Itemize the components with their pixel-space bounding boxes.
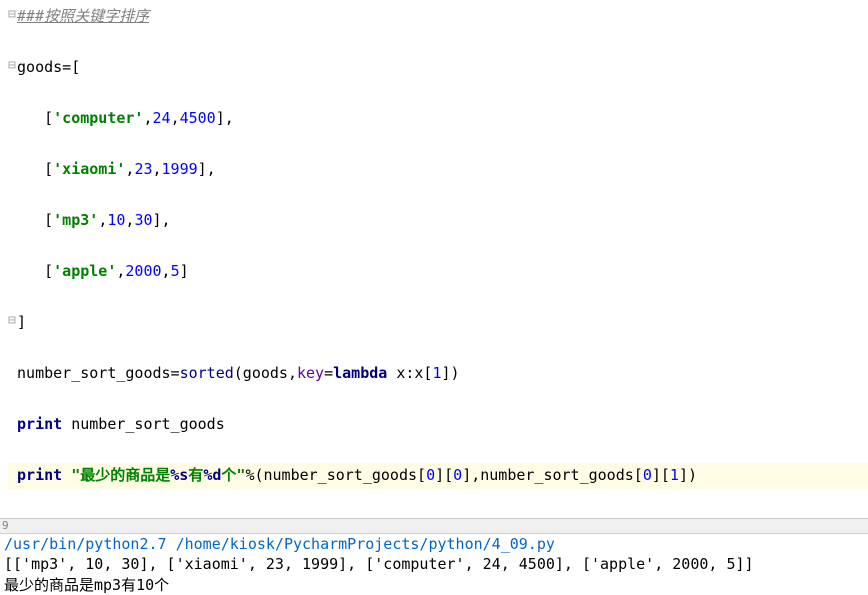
code-text: ]: [17, 313, 26, 331]
status-bar: 9: [0, 518, 868, 534]
run-console[interactable]: /usr/bin/python2.7 /home/kiosk/PycharmPr…: [0, 534, 868, 595]
code-line[interactable]: ['xiaomi',23,1999],: [8, 157, 868, 183]
comment: ###按照关键字排序: [17, 7, 149, 25]
code-line-blank[interactable]: [8, 30, 868, 56]
console-output-line: [['mp3', 10, 30], ['xiaomi', 23, 1999], …: [4, 554, 864, 574]
code-line-blank[interactable]: [8, 81, 868, 107]
code-line[interactable]: print number_sort_goods: [8, 412, 868, 438]
code-line[interactable]: ['computer',24,4500],: [8, 106, 868, 132]
code-line[interactable]: number_sort_goods=sorted(goods,key=lambd…: [8, 361, 868, 387]
code-line[interactable]: ⊟ ]: [8, 310, 868, 336]
code-line[interactable]: ['mp3',10,30],: [8, 208, 868, 234]
code-editor[interactable]: ⊟ ###按照关键字排序 ⊟ goods=[ ['computer',24,45…: [0, 0, 868, 518]
code-line-blank[interactable]: [8, 132, 868, 158]
code-text: goods=[: [17, 58, 80, 76]
console-command: /usr/bin/python2.7 /home/kiosk/PycharmPr…: [4, 534, 864, 554]
code-line-blank[interactable]: [8, 387, 868, 413]
code-line-blank[interactable]: [8, 336, 868, 362]
console-output-line: 最少的商品是mp3有10个: [4, 575, 864, 595]
code-line[interactable]: ['apple',2000,5]: [8, 259, 868, 285]
fold-icon: ⊟: [8, 310, 16, 332]
fold-icon: ⊟: [8, 55, 16, 77]
code-line[interactable]: ⊟ ###按照关键字排序: [8, 4, 868, 30]
code-line-blank[interactable]: [8, 489, 868, 515]
code-line-blank[interactable]: [8, 234, 868, 260]
code-line[interactable]: ⊟ goods=[: [8, 55, 868, 81]
code-line-current[interactable]: print "最少的商品是%s有%d个"%(number_sort_goods[…: [8, 463, 868, 489]
fold-icon: ⊟: [8, 4, 16, 26]
code-line-blank[interactable]: [8, 438, 868, 464]
line-number: 9: [2, 519, 9, 532]
code-line-blank[interactable]: [8, 285, 868, 311]
code-line-blank[interactable]: [8, 183, 868, 209]
